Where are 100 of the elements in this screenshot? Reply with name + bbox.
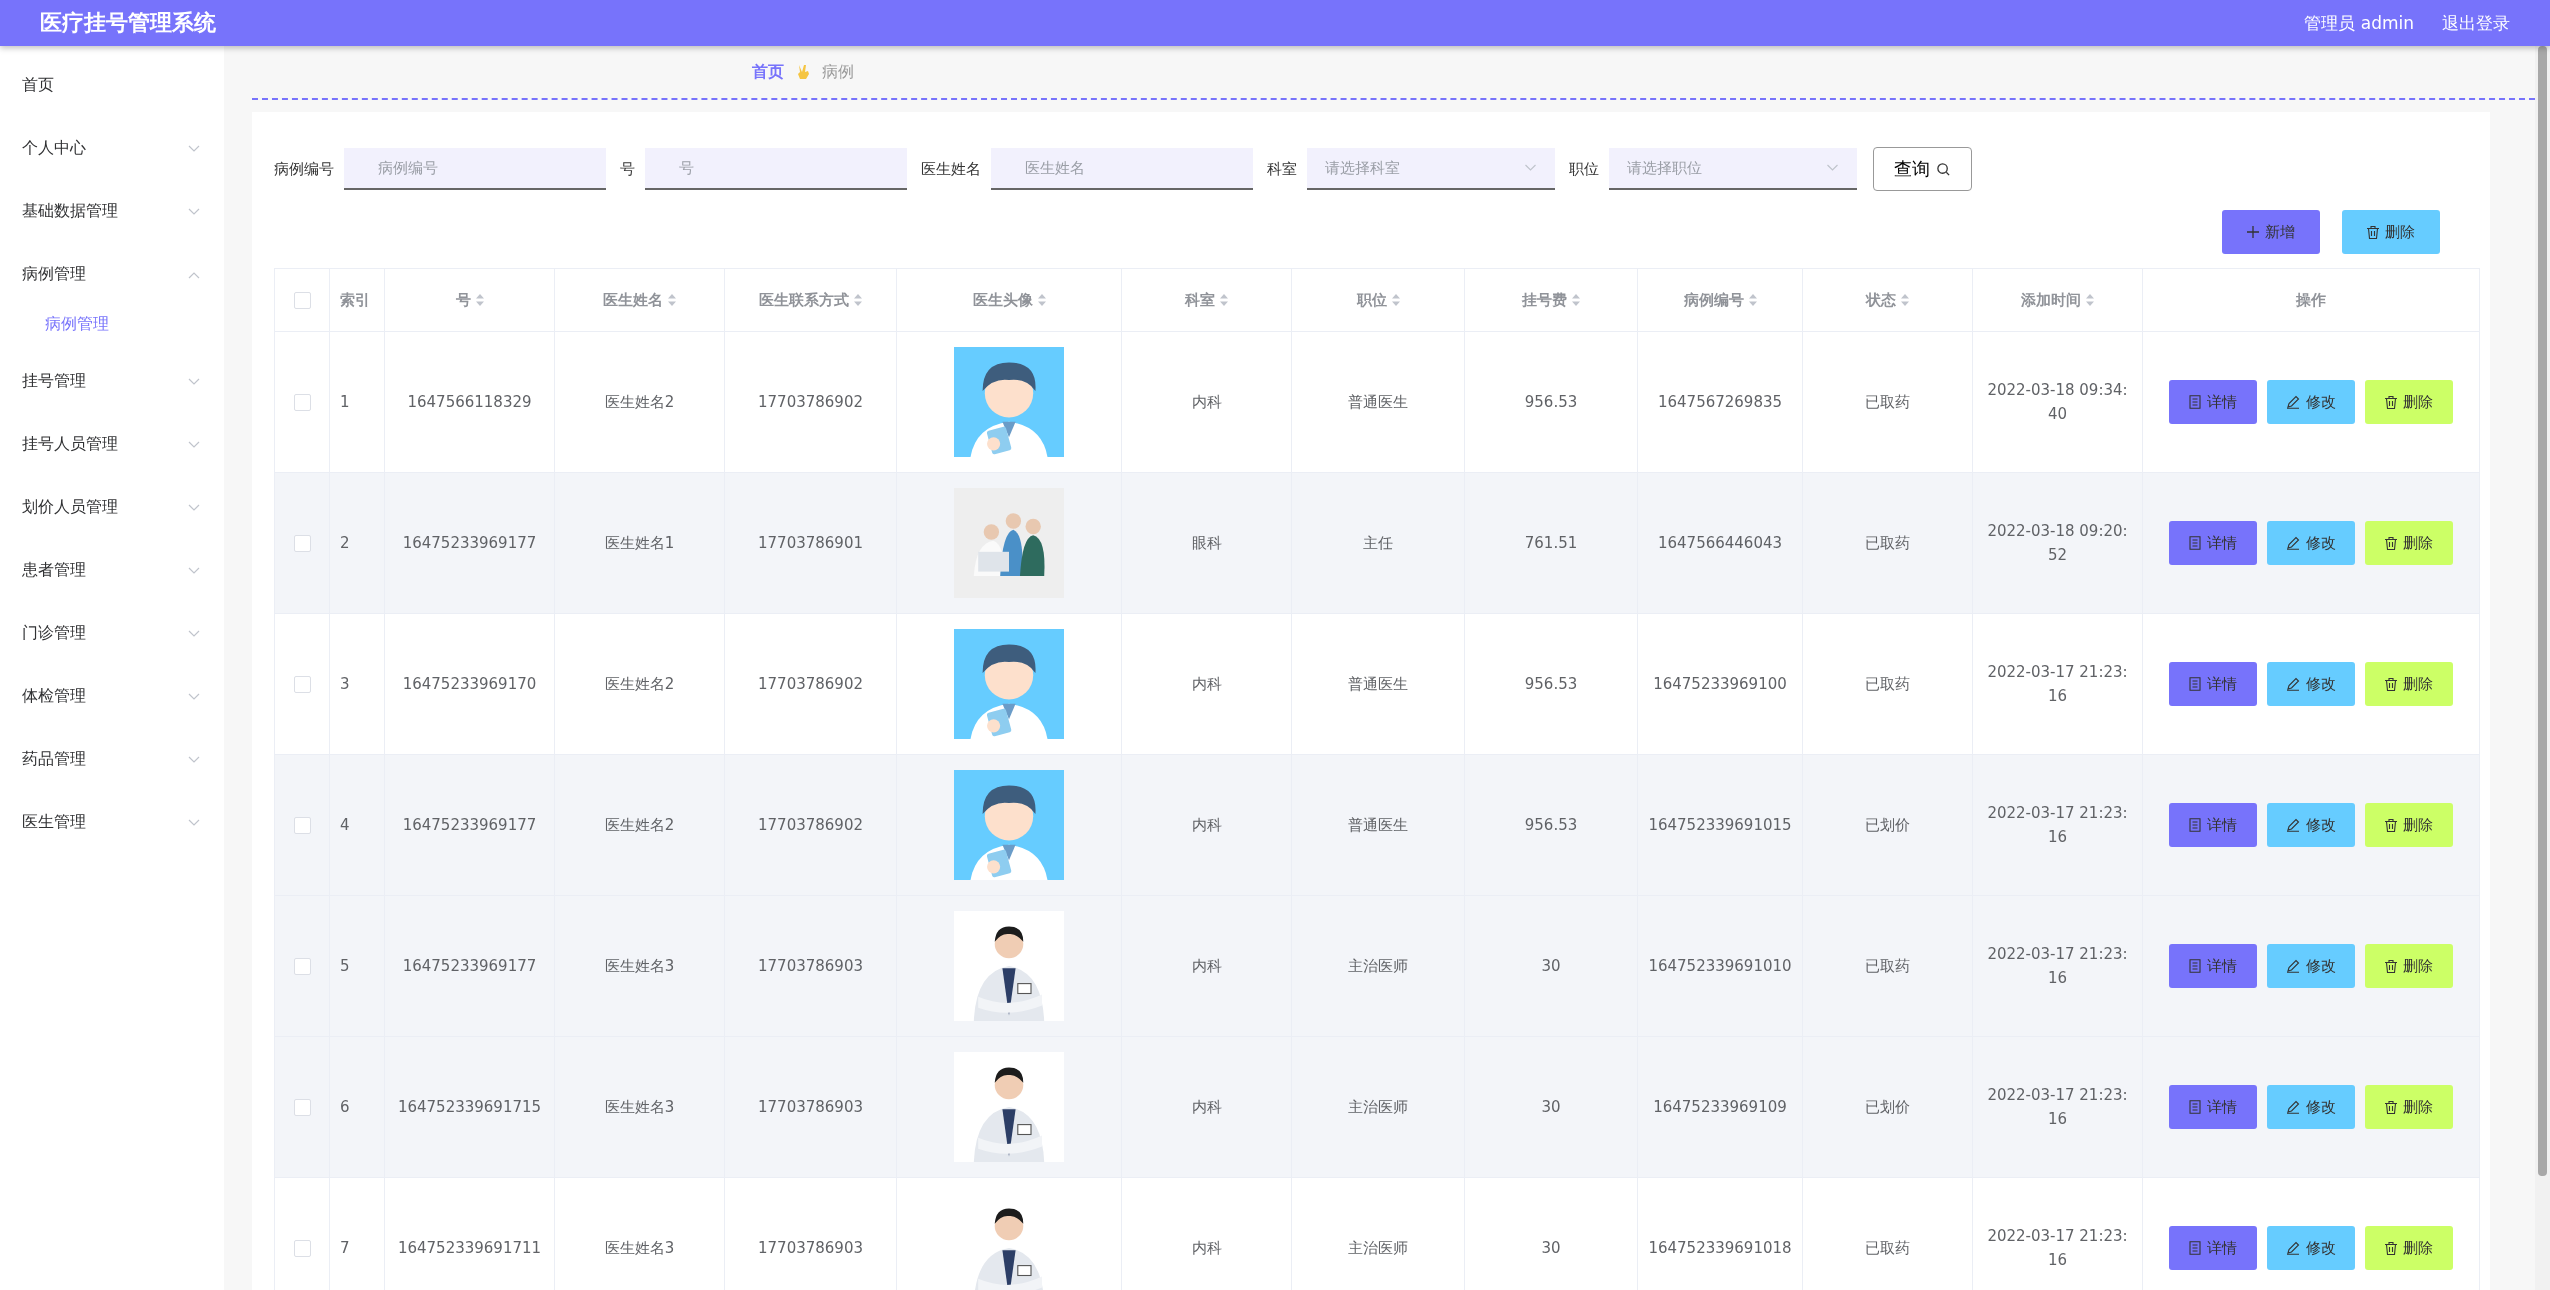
document-icon	[2189, 959, 2201, 973]
position-cell: 普通医生	[1348, 815, 1408, 835]
search-button[interactable]: 查询	[1873, 147, 1972, 191]
sidebar-item[interactable]: 药品管理	[0, 728, 224, 791]
sort-icon[interactable]	[1748, 294, 1757, 306]
input-field[interactable]: 病例编号	[344, 148, 606, 190]
delete-button[interactable]: 删除	[2365, 521, 2453, 565]
edit-button[interactable]: 修改	[2267, 1085, 2355, 1129]
input-field[interactable]: 医生姓名	[991, 148, 1253, 190]
row-checkbox[interactable]	[293, 1240, 311, 1257]
sidebar-item[interactable]: 门诊管理	[0, 602, 224, 665]
sidebar-item[interactable]: 基础数据管理	[0, 180, 224, 243]
breadcrumb-item: 病例	[822, 61, 854, 83]
plus-icon	[2247, 226, 2259, 238]
sort-icon[interactable]	[1901, 294, 1909, 306]
time-cell-text: 2022-03-17 21:23:16	[1986, 803, 2129, 848]
pencil-icon	[2286, 959, 2300, 973]
detail-button[interactable]: 详情	[2169, 1085, 2257, 1129]
case-number-cell: 1647566446043	[1657, 534, 1783, 552]
sidebar-item[interactable]: 挂号管理	[0, 350, 224, 413]
detail-button[interactable]: 详情	[2169, 1226, 2257, 1270]
status-cell: 已取药	[1865, 1238, 1910, 1258]
detail-button[interactable]: 详情	[2169, 521, 2257, 565]
sort-icon[interactable]	[1391, 294, 1400, 306]
delete-button[interactable]: 删除	[2365, 1226, 2453, 1270]
department-cell: 内科	[1191, 1238, 1222, 1258]
pencil-icon	[2286, 677, 2300, 691]
column-header: 操作	[2296, 290, 2326, 310]
edit-button[interactable]: 修改	[2267, 944, 2355, 988]
delete-button[interactable]: 删除	[2342, 210, 2440, 254]
sort-icon[interactable]	[854, 294, 862, 306]
sort-icon[interactable]	[2086, 294, 2094, 306]
trash-icon	[2385, 395, 2397, 409]
input-field[interactable]: 号	[645, 148, 907, 190]
scrollbar[interactable]	[2535, 46, 2550, 1290]
hand-icon	[796, 64, 810, 80]
select-all-checkbox[interactable]	[293, 292, 311, 309]
index-cell: 2	[340, 534, 350, 552]
detail-button[interactable]: 详情	[2169, 803, 2257, 847]
fee-cell: 956.53	[1524, 393, 1578, 411]
logout-link[interactable]: 退出登录	[2442, 11, 2510, 35]
detail-button[interactable]: 详情	[2169, 662, 2257, 706]
index-cell: 1	[340, 393, 350, 411]
edit-button[interactable]: 修改	[2267, 380, 2355, 424]
department-cell: 内科	[1191, 1097, 1222, 1117]
trash-icon	[2385, 1241, 2397, 1255]
case-number-cell: 16475233969109	[1653, 1098, 1787, 1116]
sort-icon[interactable]	[1220, 294, 1228, 306]
filter-label: 病例编号	[274, 159, 334, 179]
sidebar-item[interactable]: 挂号人员管理	[0, 413, 224, 476]
doctor-name-cell: 医生姓名2	[604, 674, 675, 694]
delete-button[interactable]: 删除	[2365, 380, 2453, 424]
delete-button[interactable]: 删除	[2365, 662, 2453, 706]
status-cell: 已取药	[1865, 392, 1910, 412]
search-icon	[1936, 161, 1951, 177]
row-checkbox[interactable]	[293, 535, 311, 552]
pencil-icon	[2286, 1100, 2300, 1114]
filter-label: 职位	[1569, 159, 1599, 179]
sidebar-item[interactable]: 医生管理	[0, 791, 224, 854]
document-icon	[2189, 677, 2201, 691]
sort-icon[interactable]	[475, 294, 484, 306]
sidebar-item[interactable]: 首页	[0, 54, 224, 117]
row-checkbox[interactable]	[293, 958, 311, 975]
row-checkbox[interactable]	[293, 1099, 311, 1116]
filter-label: 科室	[1267, 159, 1297, 179]
edit-button[interactable]: 修改	[2267, 662, 2355, 706]
sort-icon[interactable]	[668, 294, 676, 306]
sidebar-item[interactable]: 个人中心	[0, 117, 224, 180]
position-cell: 主任	[1363, 533, 1393, 553]
number-cell: 164752339691711	[397, 1239, 542, 1257]
app-title: 医疗挂号管理系统	[40, 9, 216, 37]
phone-cell: 17703786901	[758, 534, 863, 552]
sort-icon[interactable]	[1037, 294, 1046, 306]
row-checkbox[interactable]	[293, 394, 311, 411]
sidebar-item[interactable]: 体检管理	[0, 665, 224, 728]
time-cell-text: 2022-03-18 09:34:40	[1986, 380, 2129, 425]
doctor-name-cell: 医生姓名3	[604, 956, 675, 976]
department-cell: 内科	[1191, 815, 1222, 835]
delete-button[interactable]: 删除	[2365, 803, 2453, 847]
add-button[interactable]: 新增	[2222, 210, 2320, 254]
delete-button[interactable]: 删除	[2365, 1085, 2453, 1129]
filter-label: 号	[620, 159, 635, 179]
time-cell-text: 2022-03-17 21:23:16	[1986, 1226, 2129, 1271]
phone-cell: 17703786903	[758, 1098, 863, 1116]
trash-icon	[2385, 1100, 2397, 1114]
sidebar-item[interactable]: 患者管理	[0, 539, 224, 602]
row-checkbox[interactable]	[293, 817, 311, 834]
sidebar-item[interactable]: 划价人员管理	[0, 476, 224, 539]
index-cell: 5	[340, 957, 350, 975]
delete-button[interactable]: 删除	[2365, 944, 2453, 988]
detail-button[interactable]: 详情	[2169, 380, 2257, 424]
row-checkbox[interactable]	[293, 676, 311, 693]
sort-icon[interactable]	[1572, 294, 1580, 306]
edit-button[interactable]: 修改	[2267, 521, 2355, 565]
phone-cell: 17703786902	[758, 816, 863, 834]
edit-button[interactable]: 修改	[2267, 803, 2355, 847]
edit-button[interactable]: 修改	[2267, 1226, 2355, 1270]
trash-icon	[2385, 818, 2397, 832]
detail-button[interactable]: 详情	[2169, 944, 2257, 988]
fee-cell: 956.53	[1524, 675, 1578, 693]
